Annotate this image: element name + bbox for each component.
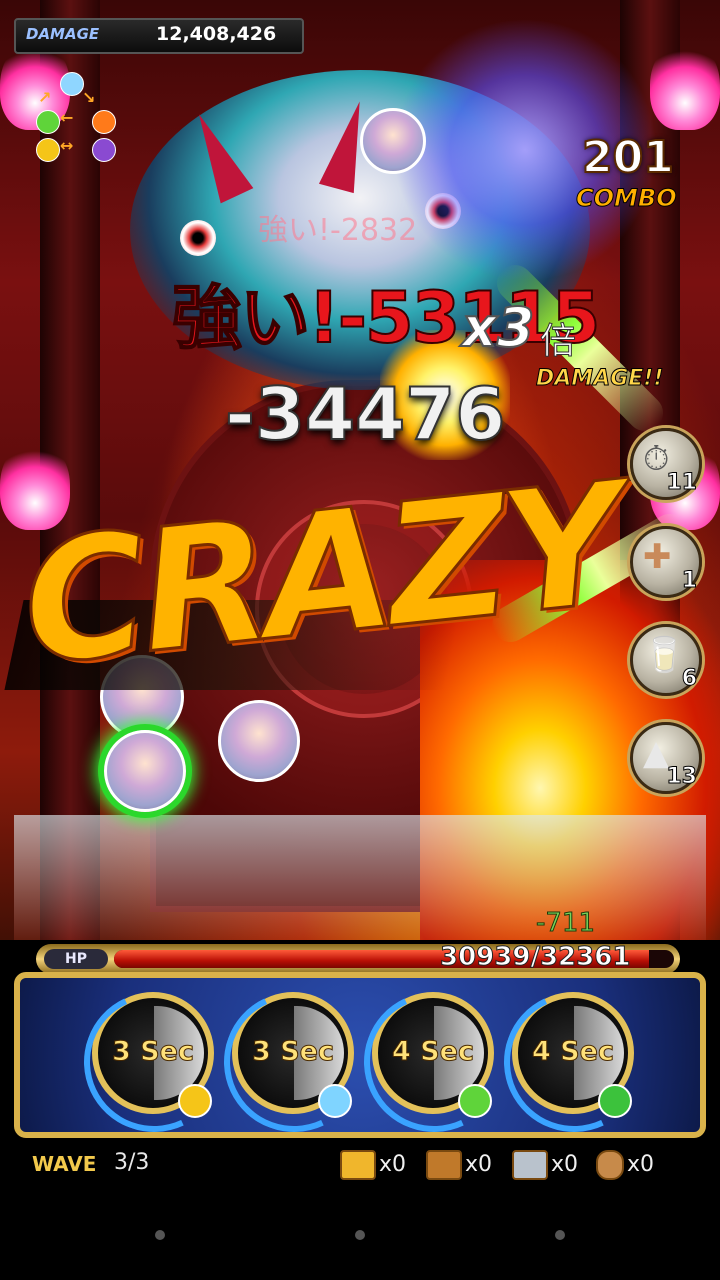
item-stopwatch-button[interactable]: ⏱ 11 [630,428,702,500]
wood-orb-icon [36,110,60,134]
fire-orb-icon [92,110,116,134]
arrow-both-icon: ↔ [60,136,74,155]
item-count: 11 [666,470,698,496]
item-count: 1 [681,568,697,594]
battle-lower-band [14,815,706,940]
skill-cooldown-label: 3 Sec [112,1036,195,1068]
onigiri-icon: ▲ [643,733,670,773]
loot-count: x0 [627,1152,655,1177]
wave-label: WAVE [32,1152,97,1176]
wood-gem-icon [458,1084,492,1118]
damage-multiplier: x3 [461,295,535,360]
skill-button[interactable]: 3 Sec [64,972,244,1152]
bronze-chest-icon [426,1150,462,1180]
loot-count: x0 [551,1152,579,1177]
loot-count: x0 [379,1152,407,1177]
multiplier-kanji: 倍 [539,321,577,363]
arrow-left-icon: ← [60,108,74,127]
wood-gem-icon [598,1084,632,1118]
item-count: 6 [681,666,697,692]
total-damage-bar: DAMAGE 12,408,426 [14,18,304,54]
skill-button[interactable]: 4 Sec [344,972,524,1152]
gold-chest-icon [340,1150,376,1180]
bandage-icon: ✚ [643,537,672,577]
pink-flame-top-right [650,40,720,130]
hp-value: 30939/32361 [439,942,631,973]
skill-cooldown-label: 4 Sec [392,1036,475,1068]
silver-chest-counter: x0 [512,1150,578,1180]
hit-damage-value: -34476 [224,371,506,457]
boss-eye-left [180,220,216,256]
item-onigiri-button[interactable]: ▲ 13 [630,722,702,794]
ally-portrait-small [360,108,426,174]
arrow-down-right-icon: ↘ [82,88,96,107]
loot-count: x0 [465,1152,493,1177]
light-gem-icon [178,1084,212,1118]
damage-value: 12,408,426 [156,23,277,45]
multiplier-damage-label: DAMAGE!! [535,366,664,392]
ice-orb-icon [60,72,84,96]
silver-chest-icon [512,1150,548,1180]
nav-home-button[interactable] [355,1230,365,1240]
milk-bottle-icon: 🥛 [643,635,686,675]
wave-value: 3/3 [114,1150,150,1175]
ally-portrait-active[interactable] [104,730,186,812]
skill-cooldown-label: 3 Sec [252,1036,335,1068]
skill-panel: 3 Sec 3 Sec 4 Sec 4 Sec [14,972,706,1152]
damage-label: DAMAGE [26,25,100,43]
bronze-chest-counter: x0 [426,1150,492,1180]
hp-label: HP [44,949,108,969]
combo-label: COMBO [576,184,678,213]
item-milk-button[interactable]: 🥛 6 [630,624,702,696]
nav-recents-button[interactable] [555,1230,565,1240]
hp-change-value: -711 [535,908,596,939]
item-bandage-button[interactable]: ✚ 1 [630,526,702,598]
hp-bar: HP 30939/32361 [36,942,680,974]
skill-button[interactable]: 3 Sec [204,972,384,1152]
skill-cooldown-label: 4 Sec [532,1036,615,1068]
ally-portrait[interactable] [218,700,300,782]
money-bag-icon [596,1150,624,1180]
ice-gem-icon [318,1084,352,1118]
skill-button[interactable]: 4 Sec [484,972,664,1152]
nav-back-button[interactable] [155,1230,165,1240]
floating-damage-ghost: 強い!-2832 [258,213,418,248]
floating-damage-strong: 強い!-53115 [171,276,602,360]
item-count: 13 [666,764,698,790]
arrow-up-right-icon: ↗ [38,88,52,107]
money-bag-counter: x0 [596,1150,654,1180]
combo-count: 201 [581,131,675,184]
dark-orb-icon [92,138,116,162]
gold-chest-counter: x0 [340,1150,406,1180]
light-orb-icon [36,138,60,162]
